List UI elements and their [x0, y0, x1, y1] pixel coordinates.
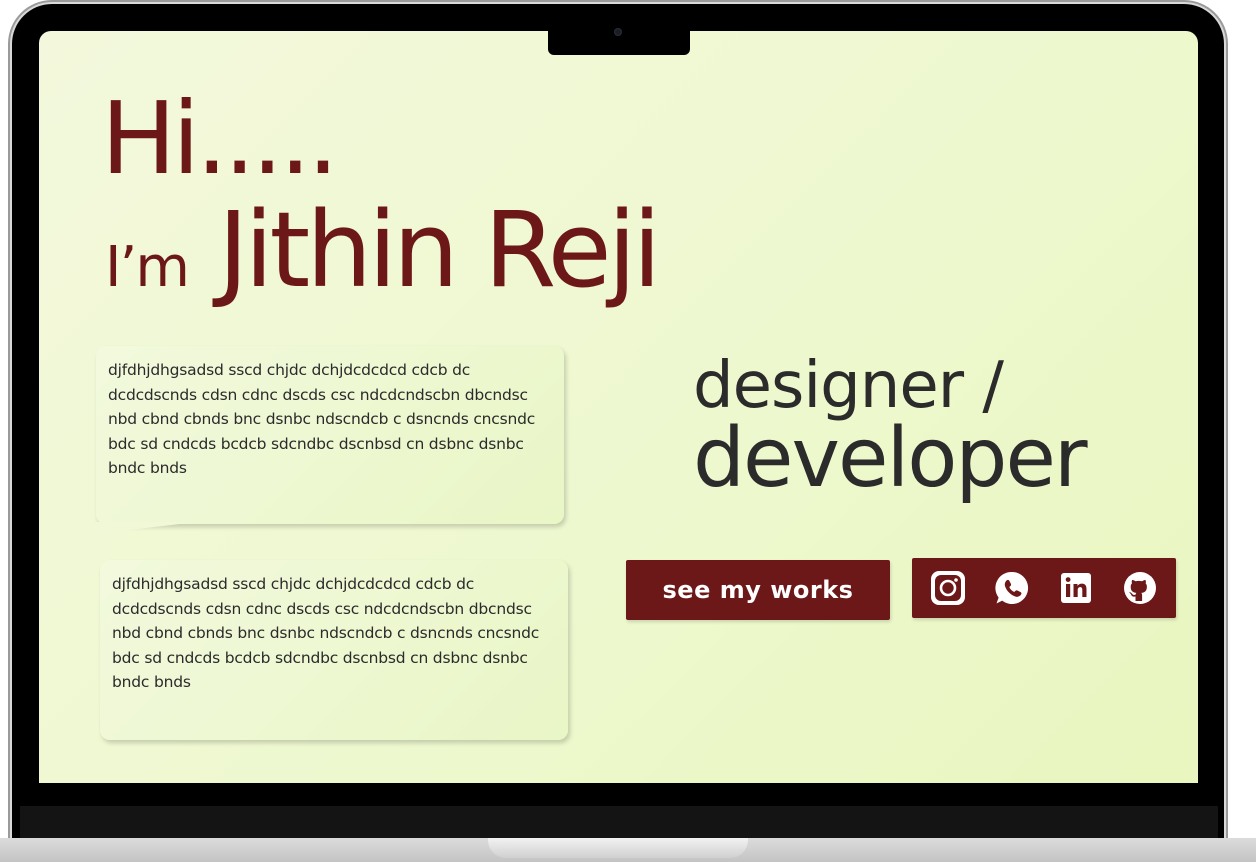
- hero-greeting: Hi.....: [101, 80, 339, 197]
- role-line-2: developer: [693, 411, 1088, 506]
- hero-intro-prefix: I’m: [105, 235, 190, 300]
- github-icon[interactable]: [1121, 569, 1159, 607]
- instagram-icon[interactable]: [929, 569, 967, 607]
- see-my-works-button[interactable]: see my works: [626, 560, 890, 620]
- about-bubble-2: djfdhjdhgsadsd sscd chjdc dchjdcdcdcd cd…: [100, 560, 568, 740]
- social-links: [912, 558, 1176, 618]
- screen: Hi..... I’m Jithin Reji djfdhjdhgsadsd ss…: [39, 31, 1198, 783]
- whatsapp-icon[interactable]: [993, 569, 1031, 607]
- hero-intro: I’m Jithin Reji: [105, 189, 661, 311]
- camera-icon: [614, 28, 622, 36]
- role-line-1: designer /: [693, 349, 1004, 423]
- laptop-base-notch: [488, 838, 748, 858]
- about-bubble-1: djfdhjdhgsadsd sscd chjdc dchjdcdcdcd cd…: [96, 346, 564, 524]
- linkedin-icon[interactable]: [1057, 569, 1095, 607]
- about-paragraph-1: djfdhjdhgsadsd sscd chjdc dchjdcdcdcd cd…: [108, 361, 536, 477]
- hero-name: Jithin Reji: [217, 189, 661, 311]
- about-paragraph-2: djfdhjdhgsadsd sscd chjdc dchjdcdcdcd cd…: [112, 575, 540, 691]
- role-title: designer / developer: [693, 349, 1088, 506]
